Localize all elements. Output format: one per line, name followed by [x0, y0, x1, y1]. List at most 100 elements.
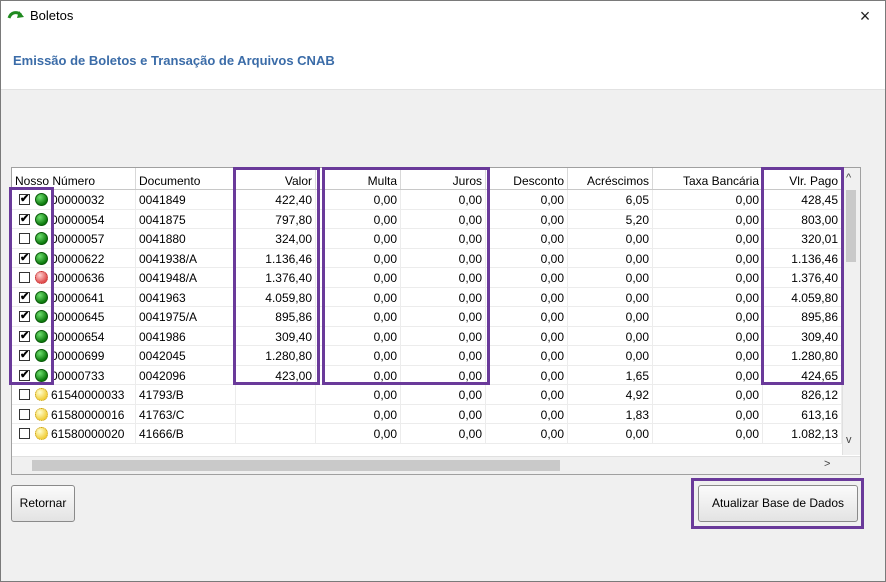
cell-documento: 41793/B — [136, 385, 236, 405]
row-checkbox[interactable]: ✔ — [19, 369, 30, 381]
row-checkbox[interactable] — [19, 233, 30, 244]
cell-nosso-numero: ✔ 00000645 — [12, 307, 136, 327]
nosso-numero-text: 00000733 — [51, 368, 105, 383]
cell-taxa-bancaria: 0,00 — [653, 190, 763, 210]
cell-desconto: 0,00 — [486, 326, 568, 346]
cell-vlr-pago: 803,00 — [763, 209, 842, 229]
cell-valor — [236, 404, 316, 424]
col-multa[interactable]: Multa — [316, 168, 401, 189]
status-red-icon — [35, 271, 48, 284]
vertical-scrollbar[interactable]: ^ v — [842, 168, 860, 455]
table-row[interactable]: ✔ 00000699 0042045 1.280,80 0,00 0,00 0,00 0,00… — [12, 346, 842, 366]
table-row[interactable]: ✔ 00000733 0042096 423,00 0,00 0,00 0,00 1,65 0,… — [12, 365, 842, 385]
cell-juros: 0,00 — [401, 268, 486, 288]
col-valor[interactable]: Valor — [236, 168, 316, 189]
cell-nosso-numero: ✔ 00000622 — [12, 248, 136, 268]
row-checkbox[interactable] — [19, 428, 30, 439]
cell-juros: 0,00 — [401, 229, 486, 249]
atualizar-base-button[interactable]: Atualizar Base de Dados — [698, 485, 858, 522]
col-vlr-pago[interactable]: Vlr. Pago — [763, 168, 842, 189]
cell-nosso-numero: 00000636 — [12, 268, 136, 288]
cell-desconto: 0,00 — [486, 229, 568, 249]
col-taxa-bancaria[interactable]: Taxa Bancária — [653, 168, 763, 189]
scroll-right-icon[interactable]: > — [824, 458, 830, 470]
table-row[interactable]: 61540000033 41793/B 0,00 0,00 0,00 4,92 0,00 82… — [12, 385, 842, 405]
title-bar: Boletos × — [1, 1, 885, 31]
boletos-grid[interactable]: Nosso Número Documento Valor Multa Juros… — [11, 167, 861, 475]
row-checkbox[interactable] — [19, 389, 30, 400]
scroll-down-icon[interactable]: v — [846, 434, 852, 446]
cell-multa: 0,00 — [316, 424, 401, 444]
cell-taxa-bancaria: 0,00 — [653, 307, 763, 327]
table-row[interactable]: ✔ 00000032 0041849 422,40 0,00 0,00 0,00 6,05 0,… — [12, 190, 842, 210]
table-row[interactable]: 61580000016 41763/C 0,00 0,00 0,00 1,83 0,00 61… — [12, 404, 842, 424]
cell-taxa-bancaria: 0,00 — [653, 287, 763, 307]
nosso-numero-text: 00000645 — [51, 310, 105, 324]
col-acrescimos[interactable]: Acréscimos — [568, 168, 653, 189]
table-row[interactable]: ✔ 00000645 0041975/A 895,86 0,00 0,00 0,00 0,00… — [12, 307, 842, 327]
header-panel: Emissão de Boletos e Transação de Arquiv… — [1, 31, 885, 90]
status-green-icon — [35, 329, 48, 343]
col-juros[interactable]: Juros — [401, 168, 486, 189]
vertical-scroll-thumb[interactable] — [846, 190, 856, 262]
cell-acrescimos: 0,00 — [568, 326, 653, 346]
horizontal-scroll-thumb[interactable] — [32, 460, 560, 471]
col-nosso-numero[interactable]: Nosso Número — [12, 168, 136, 189]
cell-vlr-pago: 1.280,80 — [763, 346, 842, 366]
col-documento[interactable]: Documento — [136, 168, 236, 189]
row-checkbox[interactable]: ✔ — [19, 311, 30, 322]
cell-juros: 0,00 — [401, 385, 486, 405]
cell-multa: 0,00 — [316, 209, 401, 229]
retornar-button[interactable]: Retornar — [11, 485, 75, 522]
nosso-numero-text: 61580000016 — [51, 407, 125, 422]
row-checkbox[interactable]: ✔ — [19, 213, 30, 225]
cell-documento: 0041986 — [136, 326, 236, 346]
cell-vlr-pago: 309,40 — [763, 326, 842, 346]
cell-acrescimos: 0,00 — [568, 248, 653, 268]
nosso-numero-text: 61580000020 — [51, 427, 125, 441]
row-checkbox[interactable]: ✔ — [19, 252, 30, 264]
cell-documento: 0041975/A — [136, 307, 236, 327]
cell-multa: 0,00 — [316, 326, 401, 346]
cell-vlr-pago: 1.082,13 — [763, 424, 842, 444]
status-green-icon — [35, 310, 48, 323]
col-desconto[interactable]: Desconto — [486, 168, 568, 189]
close-icon[interactable]: × — [853, 5, 877, 27]
horizontal-scrollbar[interactable]: > — [12, 456, 860, 474]
cell-valor: 324,00 — [236, 229, 316, 249]
cell-acrescimos: 0,00 — [568, 229, 653, 249]
status-green-icon — [35, 251, 48, 265]
nosso-numero-text: 00000622 — [51, 251, 105, 266]
row-checkbox[interactable] — [19, 272, 30, 283]
cell-nosso-numero: ✔ 00000641 — [12, 287, 136, 307]
cell-documento: 0041849 — [136, 190, 236, 210]
table-row[interactable]: ✔ 00000641 0041963 4.059,80 0,00 0,00 0,00 0,00… — [12, 287, 842, 307]
table-row[interactable]: ✔ 00000654 0041986 309,40 0,00 0,00 0,00 0,00 0,… — [12, 326, 842, 346]
row-checkbox[interactable]: ✔ — [19, 350, 30, 361]
row-checkbox[interactable]: ✔ — [19, 194, 30, 205]
cell-vlr-pago: 424,65 — [763, 365, 842, 385]
cell-acrescimos: 4,92 — [568, 385, 653, 405]
cell-acrescimos: 0,00 — [568, 287, 653, 307]
scroll-up-icon[interactable]: ^ — [846, 172, 851, 184]
cell-desconto: 0,00 — [486, 248, 568, 268]
table-row[interactable]: 00000057 0041880 324,00 0,00 0,00 0,00 0,00 0,0… — [12, 229, 842, 249]
cell-taxa-bancaria: 0,00 — [653, 365, 763, 385]
status-green-icon — [35, 193, 48, 206]
cell-taxa-bancaria: 0,00 — [653, 209, 763, 229]
cell-juros: 0,00 — [401, 326, 486, 346]
cell-multa: 0,00 — [316, 268, 401, 288]
status-yellow-icon — [35, 407, 48, 421]
table-row[interactable]: ✔ 00000622 0041938/A 1.136,46 0,00 0,00 0,00 0,… — [12, 248, 842, 268]
row-checkbox[interactable]: ✔ — [19, 330, 30, 342]
cell-documento: 0041938/A — [136, 248, 236, 268]
row-checkbox[interactable]: ✔ — [19, 291, 30, 303]
nosso-numero-text: 00000641 — [51, 290, 105, 305]
cell-documento: 41763/C — [136, 404, 236, 424]
table-row[interactable]: 00000636 0041948/A 1.376,40 0,00 0,00 0,00 0,0… — [12, 268, 842, 288]
table-row[interactable]: 61580000020 41666/B 0,00 0,00 0,00 0,00 0,00 1.… — [12, 424, 842, 444]
table-row[interactable]: ✔ 00000054 0041875 797,80 0,00 0,00 0,00 5,20 0,… — [12, 209, 842, 229]
nosso-numero-text: 00000054 — [51, 212, 105, 227]
cell-vlr-pago: 613,16 — [763, 404, 842, 424]
row-checkbox[interactable] — [19, 408, 30, 420]
